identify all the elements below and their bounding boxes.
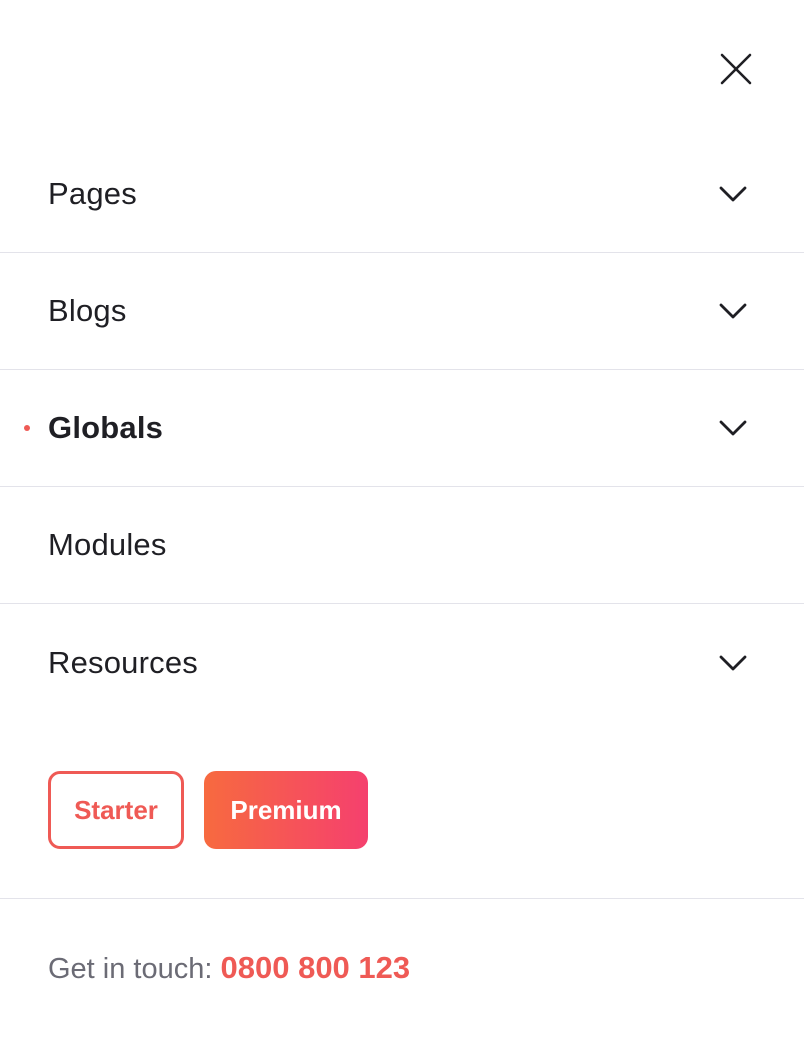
footer-divider xyxy=(0,898,804,899)
mobile-menu: Pages Blogs Globals Modules Resources St… xyxy=(0,0,804,1046)
nav-item-label: Pages xyxy=(48,176,137,211)
plan-buttons: Starter Premium xyxy=(48,771,368,849)
nav-item-label: Resources xyxy=(48,644,198,680)
chevron-down-icon[interactable] xyxy=(716,294,750,328)
chevron-down-icon[interactable] xyxy=(716,411,750,445)
premium-button[interactable]: Premium xyxy=(204,771,368,849)
nav-item-modules[interactable]: Modules xyxy=(0,487,804,604)
chevron-down-icon[interactable] xyxy=(716,177,750,211)
contact-prefix: Get in touch: xyxy=(48,953,221,985)
nav-item-resources[interactable]: Resources xyxy=(0,604,804,721)
starter-button[interactable]: Starter xyxy=(48,771,184,849)
nav-item-label: Globals xyxy=(48,410,164,445)
close-icon xyxy=(720,53,752,85)
nav-item-pages[interactable]: Pages xyxy=(0,136,804,253)
nav-item-label: Modules xyxy=(48,527,167,562)
close-button[interactable] xyxy=(714,47,758,91)
nav-item-label: Blogs xyxy=(48,293,127,328)
nav-item-globals[interactable]: Globals xyxy=(0,370,804,487)
contact-line: Get in touch: 0800 800 123 xyxy=(48,950,410,986)
chevron-down-icon[interactable] xyxy=(716,646,750,680)
phone-link[interactable]: 0800 800 123 xyxy=(221,950,411,985)
nav-item-blogs[interactable]: Blogs xyxy=(0,253,804,370)
nav-list: Pages Blogs Globals Modules Resources xyxy=(0,136,804,721)
active-indicator-dot xyxy=(24,425,30,431)
